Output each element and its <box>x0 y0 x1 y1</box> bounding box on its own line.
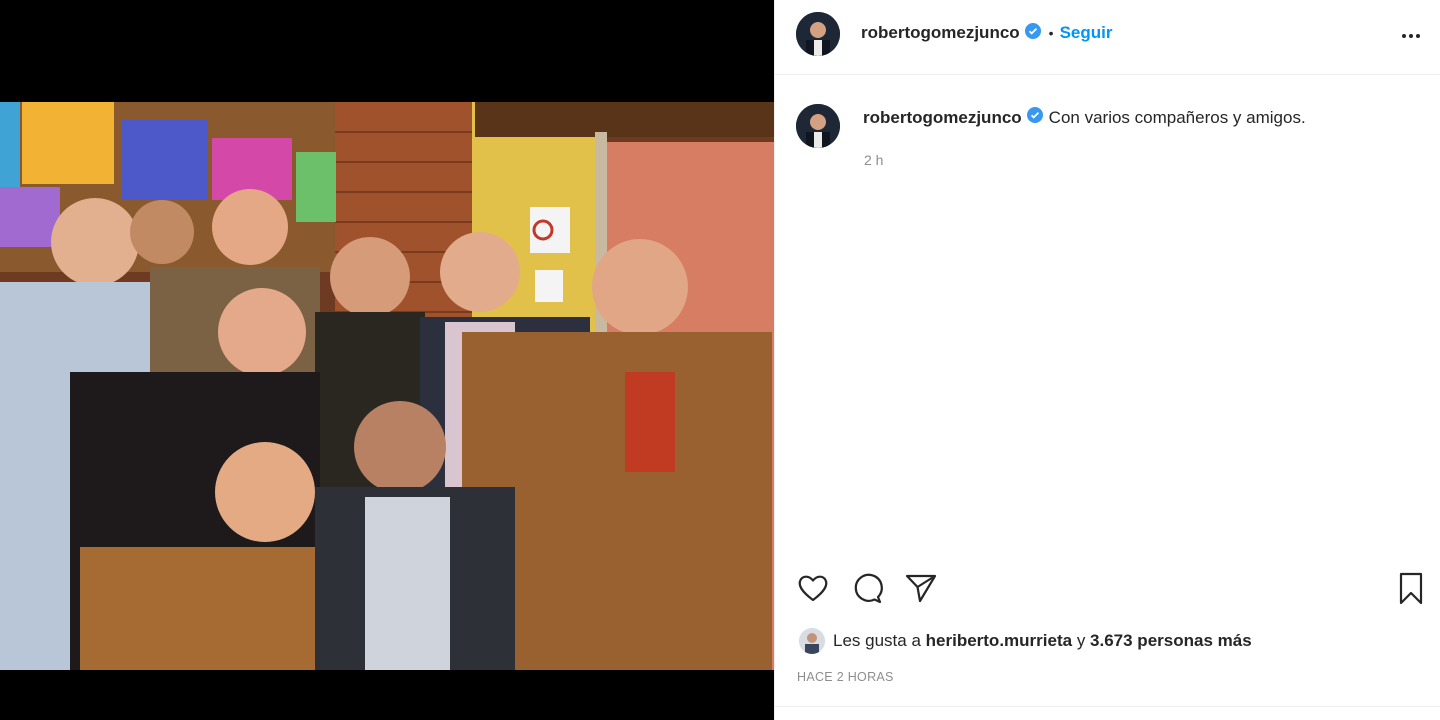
action-bar <box>775 562 1440 612</box>
post-header: robertogomezjunco • Seguir <box>775 0 1440 75</box>
caption-avatar[interactable] <box>796 104 840 148</box>
follow-button[interactable]: Seguir <box>1060 23 1113 43</box>
caption: robertogomezjunco Con varios compañeros … <box>863 107 1306 128</box>
likes-count[interactable]: 3.673 personas más <box>1090 631 1252 651</box>
likes-prefix: Les gusta a <box>833 631 921 650</box>
divider <box>775 706 1440 707</box>
share-icon[interactable] <box>903 570 939 606</box>
comment-icon[interactable] <box>849 570 885 606</box>
likes-summary: Les gusta a heriberto.murrieta y 3.673 p… <box>799 628 1252 654</box>
liker-username[interactable]: heriberto.murrieta <box>926 631 1072 651</box>
likes-connector: y <box>1076 631 1086 650</box>
post-photo[interactable] <box>0 102 774 670</box>
post-media[interactable] <box>0 0 774 720</box>
user-avatar[interactable] <box>796 12 840 56</box>
header-username[interactable]: robertogomezjunco <box>861 23 1020 43</box>
bookmark-icon[interactable] <box>1393 570 1429 606</box>
caption-text: Con varios compañeros y amigos. <box>1048 107 1306 127</box>
post-sidebar: robertogomezjunco • Seguir robertogomezj… <box>774 0 1440 720</box>
caption-username[interactable]: robertogomezjunco <box>863 108 1022 128</box>
verified-badge-icon <box>1026 107 1043 128</box>
post-timestamp[interactable]: HACE 2 HORAS <box>797 670 894 684</box>
liker-avatar[interactable] <box>799 628 825 654</box>
separator-dot: • <box>1048 25 1054 41</box>
heart-icon[interactable] <box>795 570 831 606</box>
more-options-icon[interactable] <box>1399 24 1423 48</box>
caption-time[interactable]: 2 h <box>864 152 883 168</box>
verified-badge-icon <box>1024 22 1041 44</box>
